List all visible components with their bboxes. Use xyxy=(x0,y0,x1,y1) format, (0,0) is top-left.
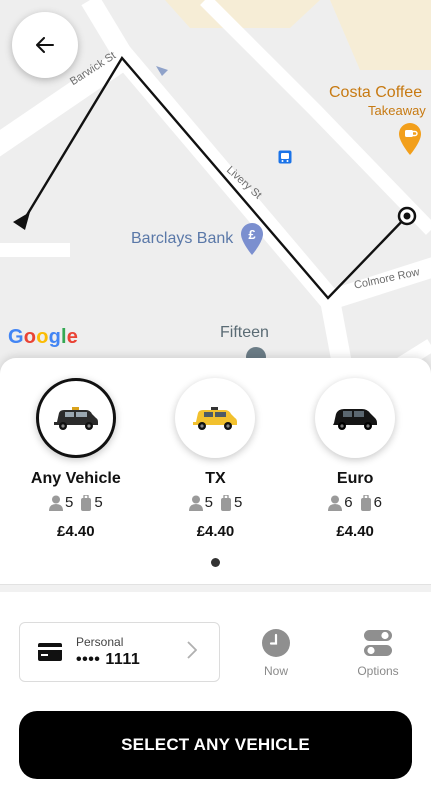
clock-icon xyxy=(262,629,290,657)
vehicle-capacity: 6 6 xyxy=(326,494,384,511)
vehicle-option-any[interactable]: Any Vehicle 5 5 £4.40 xyxy=(16,378,136,540)
yellow-taxi-icon xyxy=(193,407,238,430)
payment-method-selector[interactable]: Personal •••• 1111 xyxy=(19,622,220,682)
luggage-icon xyxy=(220,494,231,511)
black-cab-icon xyxy=(53,407,98,430)
vehicle-price: £4.40 xyxy=(336,523,374,540)
passenger-count: 5 xyxy=(64,494,74,511)
vehicle-image-circle[interactable] xyxy=(35,378,116,458)
chevron-right-icon xyxy=(187,641,197,659)
passenger-count: 6 xyxy=(344,494,353,511)
passenger-icon xyxy=(328,495,343,511)
destination-marker-icon xyxy=(397,206,417,226)
bank-pin-icon[interactable]: £ xyxy=(240,222,264,261)
options-button[interactable]: Options xyxy=(343,628,413,678)
map-view[interactable]: £ Costa Coffee Takeaway Barclays Bank Fi… xyxy=(0,0,431,380)
black-van-icon xyxy=(333,409,378,430)
passenger-icon xyxy=(48,495,63,511)
bus-stop-icon[interactable] xyxy=(278,150,292,169)
arrow-left-icon xyxy=(36,37,54,53)
options-label: Options xyxy=(357,664,399,678)
poi-label-costa[interactable]: Costa Coffee xyxy=(329,84,422,102)
vehicle-option-euro[interactable]: Euro 6 6 £4.40 xyxy=(295,378,415,540)
toggle-options-icon xyxy=(364,630,392,656)
passenger-icon xyxy=(188,495,203,511)
credit-card-icon xyxy=(38,643,62,661)
section-divider xyxy=(0,584,431,592)
coffee-shop-pin-icon[interactable] xyxy=(398,122,422,161)
vehicle-option-tx[interactable]: TX 5 5 £4.40 xyxy=(155,378,275,540)
poi-label-barclays[interactable]: Barclays Bank xyxy=(131,230,233,248)
back-button[interactable] xyxy=(12,12,78,78)
vehicle-capacity: 5 5 xyxy=(187,494,245,511)
vehicle-selection-sheet: Any Vehicle 5 5 £4.40 TX 5 5 £4.40 Euro … xyxy=(0,358,431,800)
poi-sublabel-takeaway: Takeaway xyxy=(368,103,426,118)
vehicle-carousel[interactable]: Any Vehicle 5 5 £4.40 TX 5 5 £4.40 Euro … xyxy=(0,378,431,540)
payment-type-label: Personal xyxy=(76,635,124,649)
luggage-count: 5 xyxy=(94,494,103,511)
vehicle-price: £4.40 xyxy=(57,523,95,540)
vehicle-image-circle[interactable] xyxy=(315,378,396,458)
passenger-count: 5 xyxy=(204,494,213,511)
google-logo: Google xyxy=(8,326,79,348)
svg-text:£: £ xyxy=(248,227,256,242)
vehicle-image-circle[interactable] xyxy=(175,378,256,458)
now-label: Now xyxy=(263,664,288,678)
vehicle-name: Euro xyxy=(336,470,374,487)
luggage-icon xyxy=(360,494,371,511)
vehicle-name: Any Vehicle xyxy=(30,470,121,487)
page-indicator-dot xyxy=(211,558,220,567)
schedule-now-button[interactable]: Now xyxy=(241,628,311,678)
vehicle-capacity: 5 5 xyxy=(47,494,105,511)
luggage-icon xyxy=(81,494,92,511)
poi-label-fifteen[interactable]: Fifteen xyxy=(220,324,269,342)
payment-card-number: •••• 1111 xyxy=(76,651,141,668)
select-vehicle-button[interactable]: SELECT ANY VEHICLE xyxy=(19,711,412,779)
luggage-count: 6 xyxy=(373,494,382,511)
vehicle-name: TX xyxy=(205,470,226,487)
vehicle-price: £4.40 xyxy=(196,523,235,540)
luggage-count: 5 xyxy=(233,494,243,511)
